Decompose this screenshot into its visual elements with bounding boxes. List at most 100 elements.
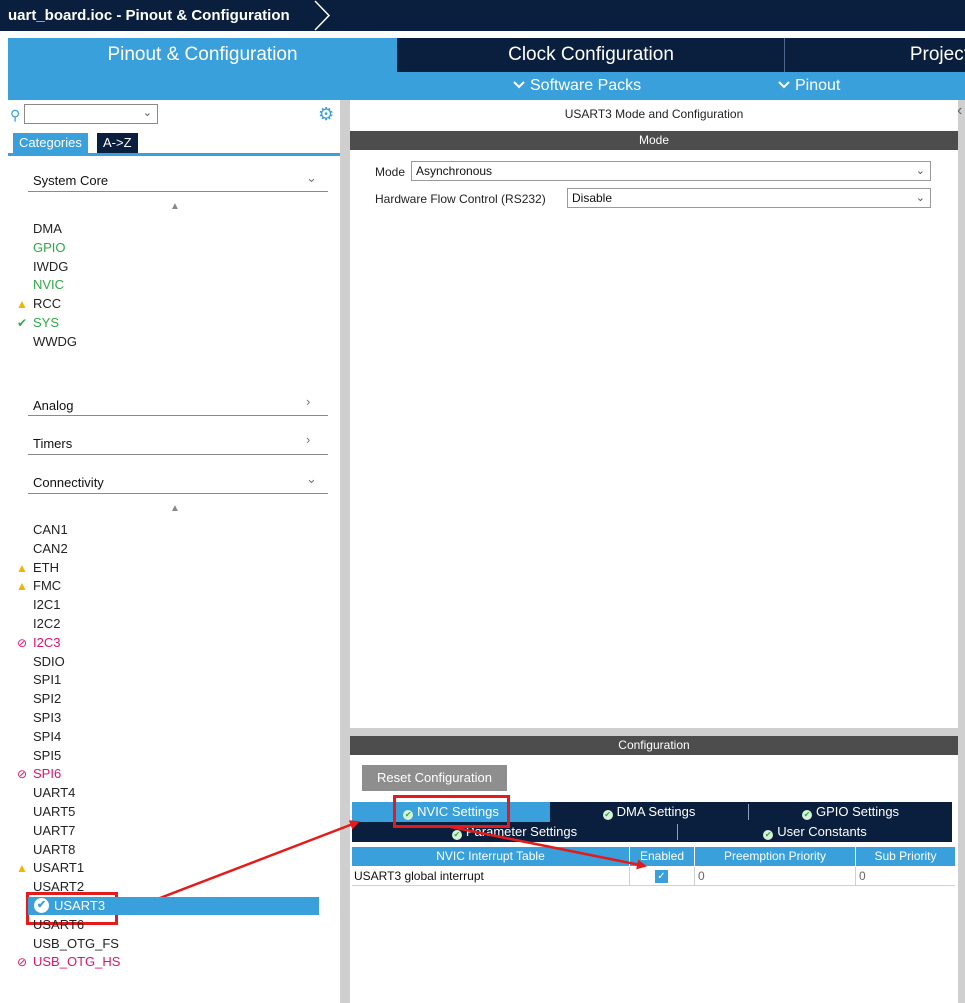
chevron-down-icon[interactable]: ⌄ [143,106,152,119]
list-item-label: I2C3 [33,634,61,650]
configuration-header: Configuration [350,736,958,755]
list-item[interactable]: UART8 [33,841,75,859]
title-bar: uart_board.ioc - Pinout & Configuration [0,0,965,31]
column-header-interrupt[interactable]: NVIC Interrupt Table [352,847,629,866]
flow-control-select[interactable]: Disable ⌄ [567,188,931,208]
section-timers[interactable]: Timers [33,436,72,451]
list-item-label: USART3 [54,898,106,913]
list-item[interactable]: IWDG [33,258,68,276]
software-packs-menu[interactable]: Software Packs [513,72,641,100]
list-item-label: I2C2 [33,616,61,631]
list-item[interactable]: ✔ SYS [17,314,59,332]
list-item[interactable]: SPI4 [33,728,61,746]
column-header-enabled[interactable]: Enabled [630,847,694,866]
tab-a-to-z[interactable]: A->Z [97,133,138,153]
cell-separator [855,867,856,886]
list-item-label: USART6 [33,916,85,932]
column-header-sub-priority[interactable]: Sub Priority [856,847,955,866]
tab-dma-settings[interactable]: ✔ DMA Settings [550,802,748,822]
chevron-down-icon: ⌄ [915,165,925,177]
column-header-preemption[interactable]: Preemption Priority [695,847,855,866]
list-item-label: USART1 [33,860,85,876]
section-analog[interactable]: Analog [33,398,73,413]
list-item[interactable]: ▲ ETH [16,559,59,577]
list-item[interactable]: USB_OTG_FS [33,935,119,953]
list-item-label: DMA [33,221,62,236]
chevron-down-icon[interactable]: ⌄ [306,170,317,186]
section-divider [28,191,328,192]
search-icon: ⚲ [10,107,21,123]
list-item[interactable]: GPIO [33,239,66,257]
interrupt-name: USART3 global interrupt [354,869,484,883]
list-item[interactable]: ▲ FMC [16,577,61,595]
main-tabs: Pinout & Configuration Clock Configurati… [8,38,965,72]
list-item[interactable]: UART4 [33,784,75,802]
list-item[interactable]: ▲ RCC [16,295,61,313]
panel-splitter[interactable] [340,100,350,1003]
list-item[interactable]: DMA [33,220,62,238]
list-item[interactable]: ▲ USART1 [16,859,85,877]
list-item-label: SPI5 [33,747,62,763]
chevron-right-icon[interactable]: › [306,432,310,447]
list-item-label: SPI2 [33,691,62,707]
list-item[interactable]: SDIO [33,653,65,671]
right-scrollbar[interactable] [958,100,965,1003]
warning-icon: ▲ [16,579,28,594]
table-row[interactable]: USART3 global interrupt ✓ 0 0 [352,867,955,886]
list-item[interactable]: SPI5 [33,747,61,765]
chevron-down-icon [778,77,795,94]
list-item[interactable]: UART5 [33,803,75,821]
list-item[interactable]: ⊘ I2C3 [17,634,61,652]
section-divider [28,415,328,416]
list-item-label: USB_OTG_FS [33,935,119,951]
tab-project-label: Project [909,44,965,65]
reset-configuration-button[interactable]: Reset Configuration [362,765,507,791]
list-item[interactable]: SPI2 [33,690,61,708]
sort-icon[interactable]: ▲ [170,201,180,212]
section-connectivity[interactable]: Connectivity [33,475,104,490]
tab-categories[interactable]: Categories [13,133,88,153]
tab-user-constants[interactable]: ✔ User Constants [678,822,952,842]
chevron-right-icon[interactable]: › [306,394,310,409]
list-item-label: SPI6 [33,766,62,782]
list-item[interactable]: SPI3 [33,709,61,727]
tab-pinout-configuration[interactable]: Pinout & Configuration [8,38,397,72]
list-item-label: CAN2 [33,540,68,556]
search-input[interactable]: ⌄ [24,104,158,124]
section-system-core[interactable]: System Core [33,173,108,188]
tab-project-manager[interactable]: Project [785,38,965,72]
list-item[interactable]: USART2 [33,878,84,896]
list-item-label: CAN1 [33,522,68,537]
list-item[interactable]: ✔ USART3 [28,897,319,915]
section-splitter[interactable] [350,728,958,736]
list-item[interactable]: SPI1 [33,671,61,689]
pinout-menu-label: Pinout [795,77,841,94]
list-item[interactable]: UART7 [33,822,75,840]
list-item[interactable]: WWDG [33,333,77,351]
list-item[interactable]: ⊘ USB_OTG_HS [17,953,121,971]
list-item-label: USB_OTG_HS [33,954,121,970]
section-divider [28,493,328,494]
preemption-priority-value[interactable]: 0 [698,867,705,886]
enabled-checkbox[interactable]: ✓ [655,870,668,883]
list-item[interactable]: CAN1 [33,521,68,539]
window-title[interactable]: uart_board.ioc - Pinout & Configuration [0,0,304,31]
list-item[interactable]: USART6 [33,916,84,934]
list-item[interactable]: I2C2 [33,615,60,633]
list-item[interactable]: CAN2 [33,540,68,558]
list-item[interactable]: I2C1 [33,596,60,614]
pinout-menu[interactable]: Pinout [778,72,840,100]
cell-separator [694,867,695,886]
chevron-down-icon[interactable]: ⌄ [306,471,317,487]
sort-icon[interactable]: ▲ [170,503,180,514]
gear-icon[interactable]: ⚙ [318,104,334,125]
mode-select[interactable]: Asynchronous ⌄ [411,161,931,181]
category-tab-underline [8,153,340,156]
list-item[interactable]: NVIC [33,276,64,294]
list-item[interactable]: ⊘ SPI6 [17,765,62,783]
flow-control-value: Disable [572,191,613,205]
flow-control-label: Hardware Flow Control (RS232) [375,192,546,206]
tab-gpio-settings[interactable]: ✔ GPIO Settings [749,802,952,822]
sub-priority-value[interactable]: 0 [859,867,866,886]
tab-clock-configuration[interactable]: Clock Configuration [398,38,784,72]
